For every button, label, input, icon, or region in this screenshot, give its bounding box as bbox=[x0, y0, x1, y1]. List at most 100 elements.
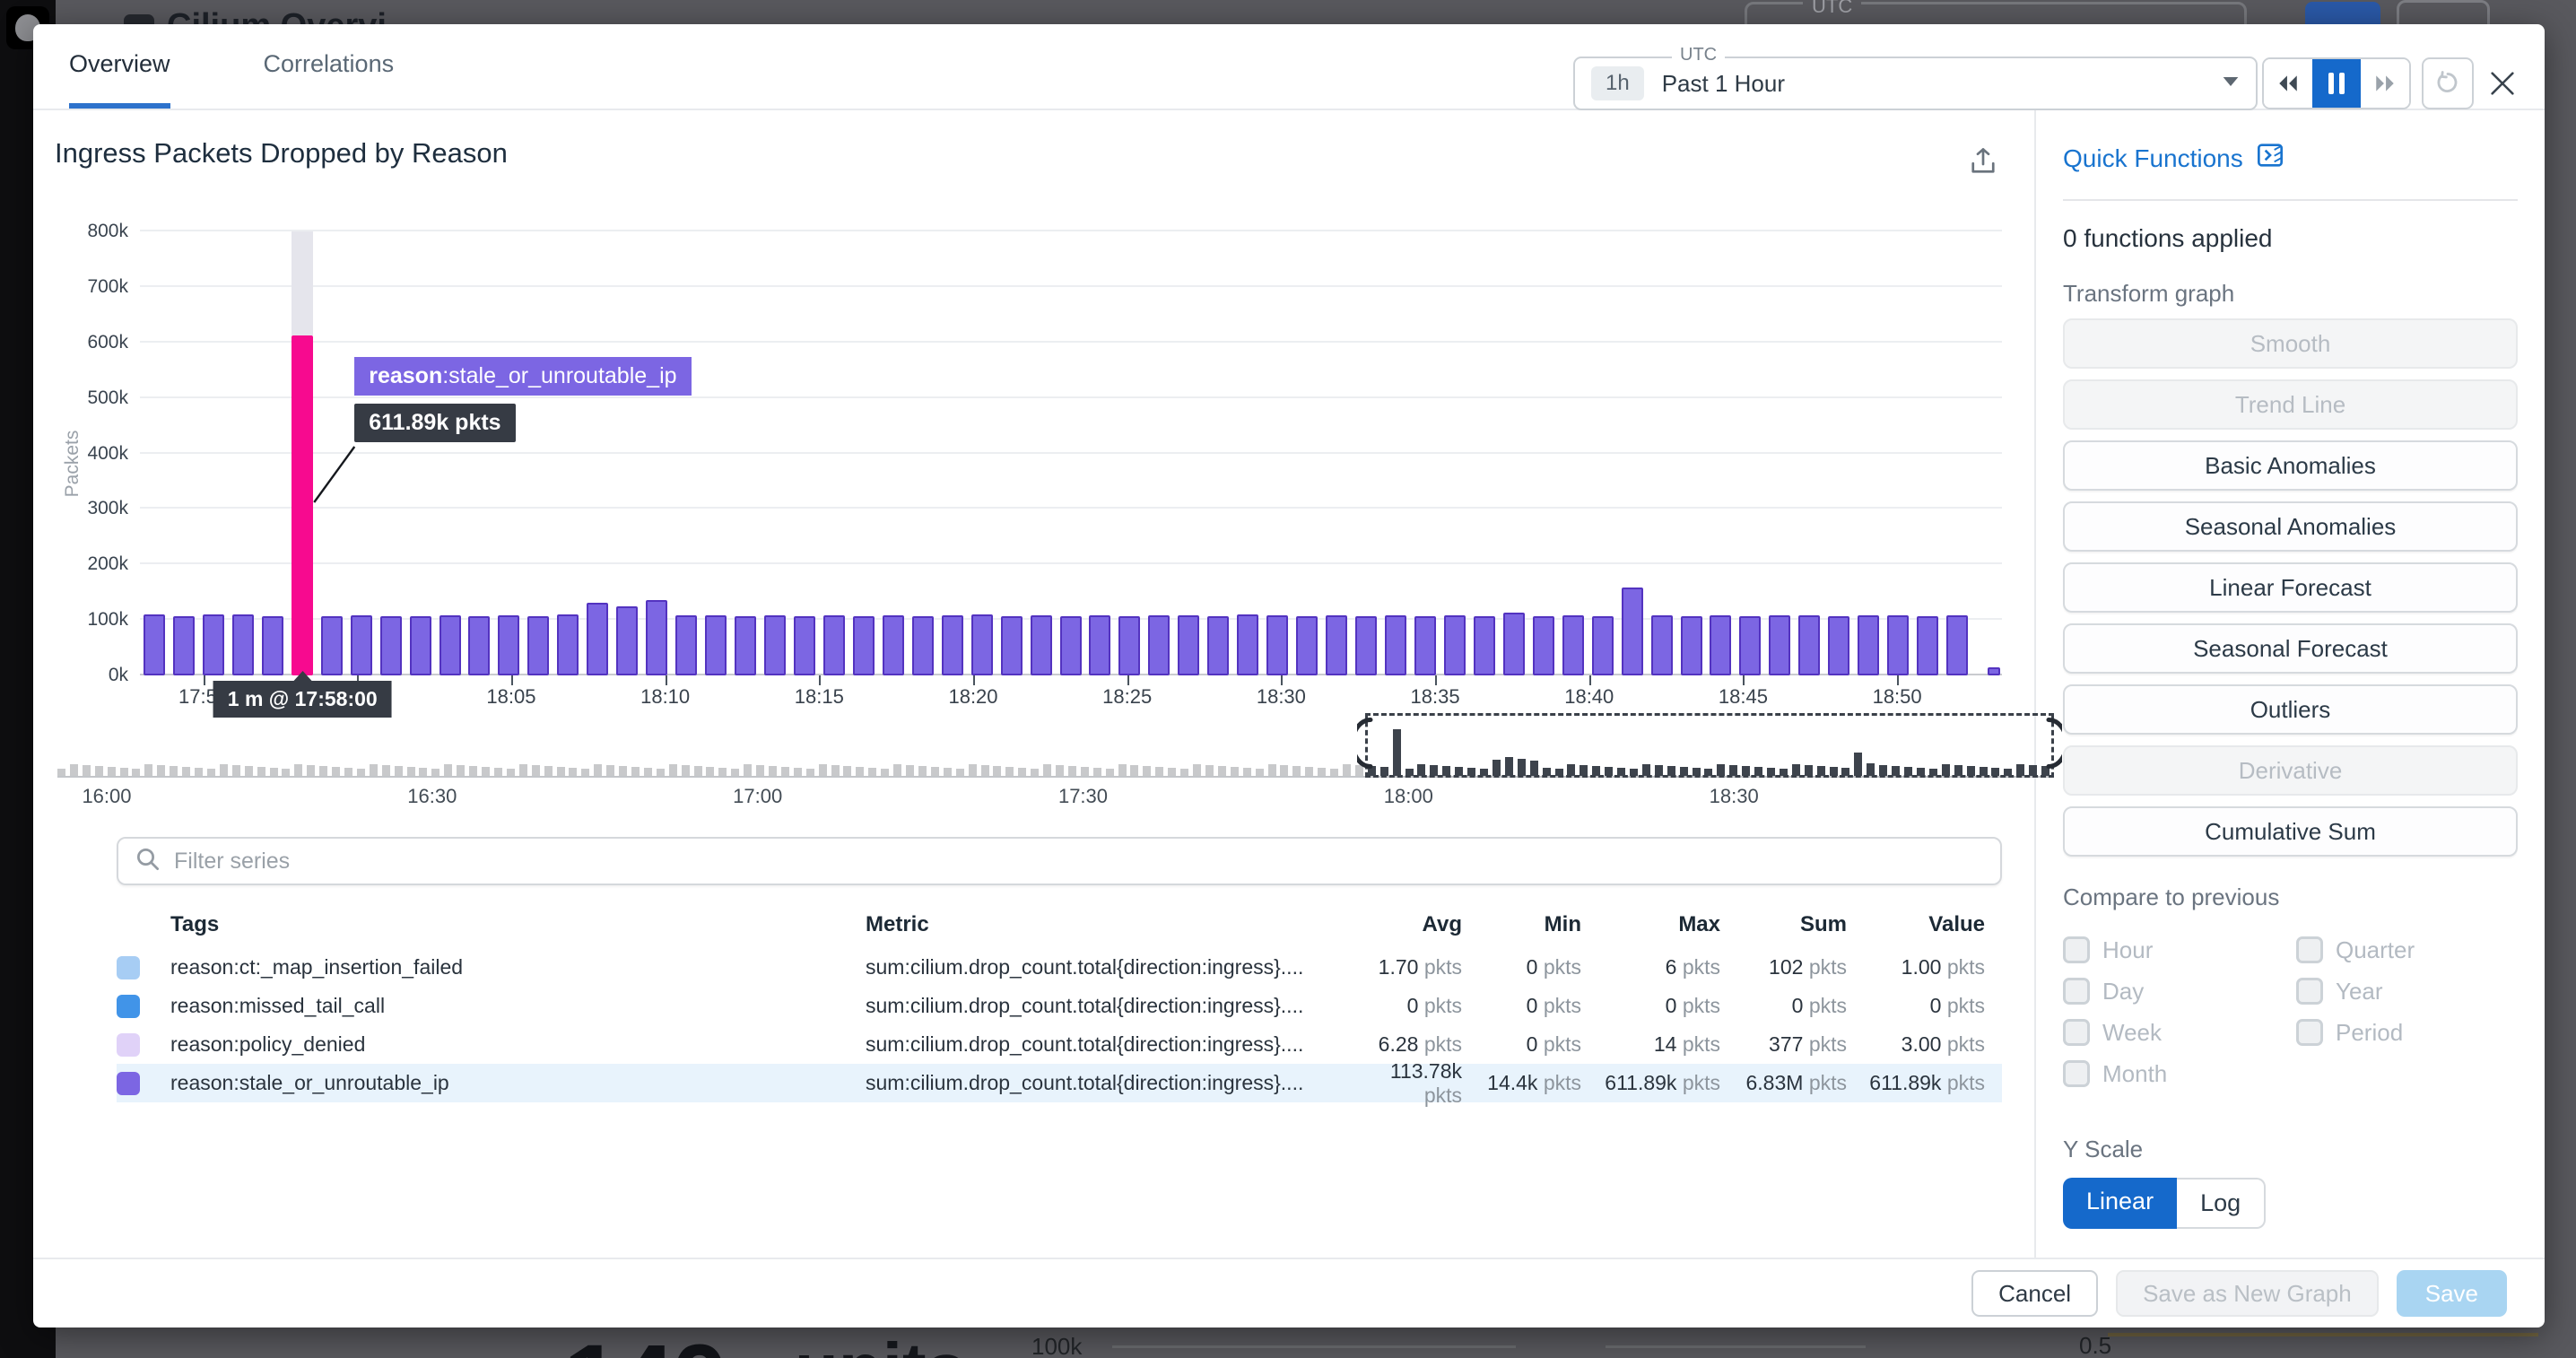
bar[interactable] bbox=[616, 606, 638, 675]
bar[interactable] bbox=[1355, 616, 1377, 675]
tab-correlations[interactable]: Correlations bbox=[264, 24, 395, 109]
brush-selection[interactable] bbox=[1365, 713, 2054, 778]
bar[interactable] bbox=[262, 616, 283, 675]
bar[interactable] bbox=[1917, 616, 1938, 675]
bar[interactable] bbox=[883, 615, 904, 675]
y-scale-option-linear[interactable]: Linear bbox=[2063, 1178, 2177, 1229]
bar[interactable] bbox=[675, 615, 697, 675]
cancel-button[interactable]: Cancel bbox=[1971, 1270, 2098, 1317]
bar-chart-plot[interactable] bbox=[140, 231, 2002, 675]
bar[interactable] bbox=[410, 616, 431, 675]
bar[interactable] bbox=[1326, 615, 1347, 675]
filter-series-input[interactable] bbox=[172, 839, 2000, 884]
bar[interactable] bbox=[1651, 615, 1673, 675]
bar[interactable] bbox=[1828, 616, 1849, 675]
bar[interactable] bbox=[527, 616, 549, 675]
bar[interactable] bbox=[1001, 616, 1023, 675]
column-header-metric: Metric bbox=[866, 912, 1368, 937]
bar[interactable] bbox=[1887, 615, 1909, 675]
bar[interactable] bbox=[587, 603, 608, 675]
tab-overview[interactable]: Overview bbox=[69, 24, 170, 109]
bar[interactable] bbox=[1031, 615, 1052, 675]
bar[interactable] bbox=[380, 616, 402, 675]
bar[interactable] bbox=[557, 614, 579, 675]
minimap-bar bbox=[431, 769, 439, 776]
bar[interactable] bbox=[1089, 615, 1110, 675]
bar[interactable] bbox=[1798, 615, 1820, 675]
bar[interactable] bbox=[1207, 616, 1229, 675]
bar[interactable] bbox=[468, 616, 490, 675]
pause-button[interactable] bbox=[2312, 59, 2361, 108]
series-stat: 1.70 pkts bbox=[1368, 955, 1462, 979]
close-button[interactable] bbox=[2485, 67, 2519, 101]
bar[interactable] bbox=[1710, 615, 1731, 675]
bar[interactable] bbox=[1622, 588, 1643, 675]
bar[interactable] bbox=[1769, 615, 1790, 675]
bar[interactable] bbox=[1474, 616, 1495, 675]
bar[interactable] bbox=[646, 600, 667, 675]
highlighted-bar[interactable] bbox=[292, 335, 313, 675]
timeline-minimap[interactable]: 16:0016:3017:0017:3018:0018:30 bbox=[57, 713, 2054, 778]
time-range-selector[interactable]: UTC 1h Past 1 Hour bbox=[1573, 57, 2258, 110]
bar[interactable] bbox=[439, 615, 461, 675]
bar[interactable] bbox=[912, 616, 934, 675]
bar[interactable] bbox=[853, 616, 875, 675]
bar[interactable] bbox=[321, 616, 343, 675]
y-scale-option-log[interactable]: Log bbox=[2177, 1178, 2266, 1229]
bar[interactable] bbox=[1858, 615, 1879, 675]
table-row[interactable]: reason:ct:_map_insertion_failedsum:ciliu… bbox=[117, 948, 2002, 987]
bar[interactable] bbox=[232, 614, 254, 675]
bar[interactable] bbox=[1592, 616, 1614, 675]
bar[interactable] bbox=[1533, 616, 1554, 675]
brush-handle-right[interactable] bbox=[2046, 717, 2062, 775]
transform-button-seasonal-forecast[interactable]: Seasonal Forecast bbox=[2063, 623, 2518, 674]
bar[interactable] bbox=[1060, 616, 1082, 675]
bar[interactable] bbox=[173, 616, 195, 675]
minimap-time-label: 16:30 bbox=[407, 785, 457, 808]
gridline-300k bbox=[140, 507, 2002, 509]
transform-button-linear-forecast[interactable]: Linear Forecast bbox=[2063, 562, 2518, 613]
bar[interactable] bbox=[203, 614, 224, 675]
bar[interactable] bbox=[1385, 615, 1406, 675]
bar[interactable] bbox=[1739, 616, 1761, 675]
background-grid-label: 100k bbox=[1031, 1333, 1082, 1358]
bar[interactable] bbox=[351, 615, 372, 675]
rewind-button[interactable] bbox=[2264, 59, 2312, 108]
quick-functions-link[interactable]: Quick Functions bbox=[2063, 141, 2518, 176]
transform-button-outliers[interactable]: Outliers bbox=[2063, 684, 2518, 735]
bar[interactable] bbox=[735, 616, 756, 675]
bar[interactable] bbox=[1237, 614, 1258, 675]
bar[interactable] bbox=[1988, 667, 2000, 675]
bar[interactable] bbox=[498, 615, 519, 675]
bar[interactable] bbox=[705, 615, 727, 675]
bar[interactable] bbox=[1562, 615, 1584, 675]
brush-handle-left[interactable] bbox=[1357, 717, 1373, 775]
table-row[interactable]: reason:missed_tail_callsum:cilium.drop_c… bbox=[117, 987, 2002, 1025]
bar[interactable] bbox=[1178, 615, 1199, 675]
x-tick-mark bbox=[204, 675, 205, 685]
series-color-swatch bbox=[117, 995, 140, 1018]
table-row[interactable]: reason:stale_or_unroutable_ipsum:cilium.… bbox=[117, 1064, 2002, 1102]
bar[interactable] bbox=[823, 615, 845, 675]
bar[interactable] bbox=[1414, 616, 1436, 675]
bar[interactable] bbox=[764, 615, 786, 675]
transform-button-basic-anomalies[interactable]: Basic Anomalies bbox=[2063, 440, 2518, 491]
table-row[interactable]: reason:policy_deniedsum:cilium.drop_coun… bbox=[117, 1025, 2002, 1064]
bar[interactable] bbox=[1266, 615, 1288, 675]
bar[interactable] bbox=[942, 615, 963, 675]
bar[interactable] bbox=[1946, 615, 1968, 675]
bar[interactable] bbox=[144, 614, 165, 675]
transform-button-seasonal-anomalies[interactable]: Seasonal Anomalies bbox=[2063, 501, 2518, 552]
compare-option-year: Year bbox=[2296, 978, 2529, 1005]
bar[interactable] bbox=[1444, 615, 1466, 675]
bar[interactable] bbox=[971, 614, 993, 675]
bar[interactable] bbox=[794, 616, 815, 675]
fast-forward-button[interactable] bbox=[2361, 59, 2409, 108]
bar[interactable] bbox=[1118, 616, 1140, 675]
bar[interactable] bbox=[1681, 616, 1702, 675]
bar[interactable] bbox=[1503, 613, 1525, 675]
bar[interactable] bbox=[1148, 615, 1170, 675]
export-button[interactable] bbox=[1962, 144, 2005, 181]
transform-button-cumulative-sum[interactable]: Cumulative Sum bbox=[2063, 806, 2518, 857]
bar[interactable] bbox=[1296, 616, 1318, 675]
